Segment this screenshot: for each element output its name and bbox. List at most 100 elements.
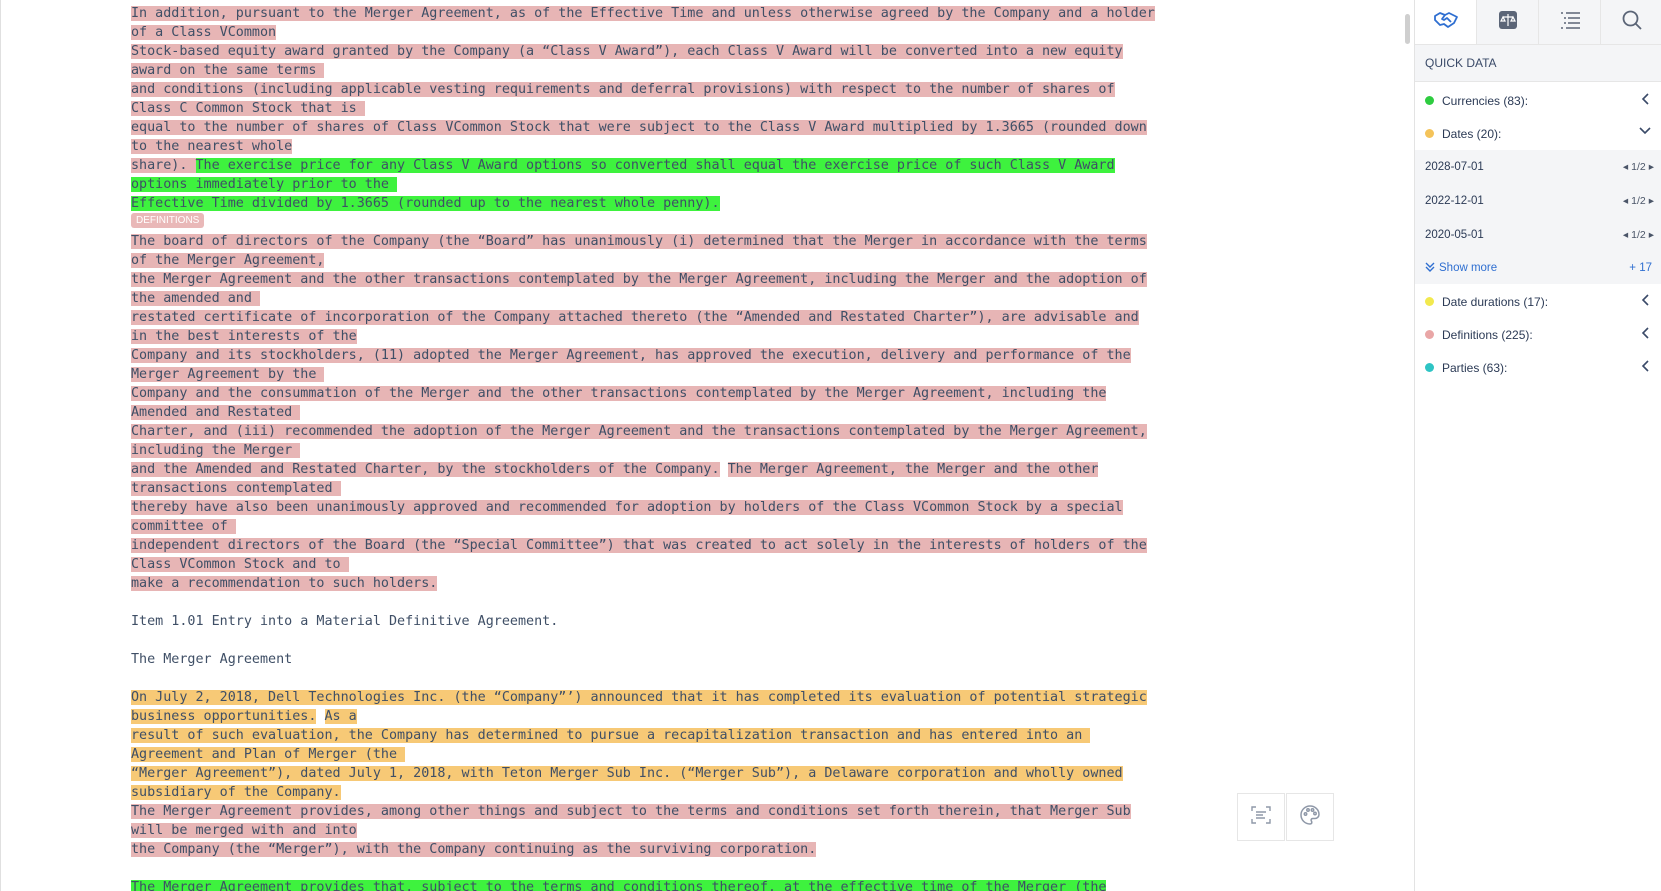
pink-highlight[interactable]: committee of — [131, 519, 236, 534]
pink-highlight[interactable]: transactions contemplated — [131, 481, 341, 496]
pink-highlight[interactable]: Stock-based equity award granted by the … — [131, 44, 1123, 59]
date-item[interactable]: 2020-05-01 ◂ 1/2 ▸ — [1415, 218, 1661, 252]
text-line: share). The exercise price for any Class… — [131, 156, 1351, 175]
tab-outline[interactable] — [1539, 0, 1601, 44]
pink-highlight[interactable]: The Merger Agreement provides, among oth… — [131, 804, 1131, 819]
text-line: Stock-based equity award granted by the … — [131, 42, 1351, 61]
orange-highlight[interactable]: As a — [324, 709, 357, 724]
pink-highlight[interactable]: Class VCommon Stock and to — [131, 557, 349, 572]
orange-highlight[interactable]: subsidiary of the Company. — [131, 785, 341, 800]
category-date-durations[interactable]: Date durations (17): — [1415, 285, 1661, 318]
green-highlight[interactable]: The exercise price for any Class V Award… — [195, 158, 1115, 173]
prev-icon[interactable]: ◂ — [1623, 195, 1628, 207]
definitions-tag[interactable]: DEFINITIONS — [131, 213, 205, 228]
paragraph-class-v-award: In addition, pursuant to the Merger Agre… — [131, 4, 1351, 213]
pink-highlight[interactable]: Company and its stockholders, (11) adopt… — [131, 348, 1131, 363]
pink-highlight[interactable]: the Company (the “Merger”), with the Com… — [131, 842, 817, 857]
text-line: Company and the consummation of the Merg… — [131, 384, 1351, 403]
green-highlight[interactable]: options immediately prior to the — [131, 177, 398, 192]
pink-highlight[interactable]: Merger Agreement by the — [131, 367, 325, 382]
pink-highlight[interactable]: the amended and — [131, 291, 260, 306]
pink-highlight[interactable]: of the Merger Agreement, — [131, 253, 325, 268]
text-line: of a Class VCommon — [131, 23, 1351, 42]
pink-highlight[interactable]: make a recommendation to such holders. — [131, 576, 438, 591]
show-more-button[interactable]: Show more + 17 — [1415, 252, 1661, 284]
pink-highlight[interactable]: Amended and Restated — [131, 405, 301, 420]
text-line: Company and its stockholders, (11) adopt… — [131, 346, 1351, 365]
scan-icon — [1250, 804, 1272, 831]
text-line: make a recommendation to such holders. — [131, 574, 1351, 593]
pink-highlight[interactable]: share). — [131, 158, 196, 173]
chevron-left-icon[interactable] — [1640, 326, 1652, 343]
next-icon[interactable]: ▸ — [1649, 195, 1654, 207]
pink-highlight[interactable]: the Merger Agreement and the other trans… — [131, 272, 1147, 287]
dates-dot — [1425, 129, 1434, 138]
date-item[interactable]: 2022-12-01 ◂ 1/2 ▸ — [1415, 184, 1661, 218]
pink-highlight[interactable]: in the best interests of the — [131, 329, 357, 344]
parties-dot — [1425, 363, 1434, 372]
pink-highlight[interactable]: In addition, pursuant to the Merger Agre… — [131, 6, 1155, 21]
pink-highlight[interactable]: Class C Common Stock that is — [131, 101, 365, 116]
quick-data-title: QUICK DATA — [1415, 45, 1661, 82]
chevron-down-icon[interactable] — [1638, 125, 1652, 140]
date-durations-label: Date durations (17): — [1442, 294, 1549, 309]
date-pager[interactable]: ◂ 1/2 ▸ — [1623, 229, 1654, 241]
green-highlight[interactable]: The Merger Agreement provides that, subj… — [131, 880, 1107, 891]
date-item[interactable]: 2028-07-01 ◂ 1/2 ▸ — [1415, 150, 1661, 184]
chevron-left-icon[interactable] — [1640, 92, 1652, 109]
text-line: result of such evaluation, the Company h… — [131, 726, 1351, 745]
pink-highlight[interactable]: equal to the number of shares of Class V… — [131, 120, 1147, 135]
text-line: in the best interests of the — [131, 327, 1351, 346]
currencies-label: Currencies (83): — [1442, 93, 1529, 108]
pink-highlight[interactable]: The board of directors of the Company (t… — [131, 234, 1147, 249]
pink-highlight[interactable]: of a Class VCommon — [131, 25, 277, 40]
pink-highlight[interactable]: will be merged with and into — [131, 823, 357, 838]
text-line: restated certificate of incorporation of… — [131, 308, 1351, 327]
tab-search[interactable] — [1601, 0, 1661, 44]
green-highlight[interactable]: Effective Time divided by 1.3665 (rounde… — [131, 196, 720, 211]
tab-clauses[interactable] — [1477, 0, 1539, 44]
pink-highlight[interactable]: Company and the consummation of the Merg… — [131, 386, 1107, 401]
date-pager[interactable]: ◂ 1/2 ▸ — [1623, 161, 1654, 173]
text-line: to the nearest whole — [131, 137, 1351, 156]
orange-highlight[interactable]: “Merger Agreement”), dated July 1, 2018,… — [131, 766, 1123, 781]
paragraph-board-approval: The board of directors of the Company (t… — [131, 232, 1351, 593]
chevron-left-icon[interactable] — [1640, 359, 1652, 376]
pink-highlight[interactable]: award on the same terms — [131, 63, 325, 78]
category-dates[interactable]: Dates (20): — [1415, 117, 1661, 150]
chevron-left-icon[interactable] — [1640, 293, 1652, 310]
next-icon[interactable]: ▸ — [1649, 161, 1654, 173]
category-definitions[interactable]: Definitions (225): — [1415, 318, 1661, 351]
text-line: Merger Agreement by the — [131, 365, 1351, 384]
pink-highlight[interactable]: restated certificate of incorporation of… — [131, 310, 1139, 325]
category-parties[interactable]: Parties (63): — [1415, 351, 1661, 384]
dates-list: 2028-07-01 ◂ 1/2 ▸ 2022-12-01 ◂ 1/2 ▸ 2020-0… — [1415, 150, 1661, 284]
scrollbar-thumb[interactable] — [1405, 14, 1410, 44]
text-line: On July 2, 2018, Dell Technologies Inc. … — [131, 688, 1351, 707]
next-icon[interactable]: ▸ — [1649, 229, 1654, 241]
orange-highlight[interactable]: On July 2, 2018, Dell Technologies Inc. … — [131, 690, 1147, 705]
pink-highlight[interactable]: including the Merger — [131, 443, 301, 458]
orange-highlight[interactable]: result of such evaluation, the Company h… — [131, 728, 1091, 743]
currencies-dot — [1425, 96, 1434, 105]
more-count: + 17 — [1629, 262, 1652, 274]
pink-highlight[interactable]: Charter, and (iii) recommended the adopt… — [131, 424, 1147, 439]
pink-highlight[interactable]: and conditions (including applicable ves… — [131, 82, 1115, 97]
pink-highlight[interactable]: and the Amended and Restated Charter, by… — [131, 462, 720, 477]
panel-tabs — [1415, 0, 1661, 45]
pink-highlight[interactable]: thereby have also been unanimously appro… — [131, 500, 1123, 515]
prev-icon[interactable]: ◂ — [1623, 229, 1628, 241]
pink-highlight[interactable]: to the nearest whole — [131, 139, 293, 154]
orange-highlight[interactable]: Agreement and Plan of Merger (the — [131, 747, 406, 762]
date-durations-dot — [1425, 297, 1434, 306]
paragraph-merger-effective-time: The Merger Agreement provides that, subj… — [131, 878, 1351, 891]
prev-icon[interactable]: ◂ — [1623, 161, 1628, 173]
pink-highlight[interactable]: The Merger Agreement, the Merger and the… — [727, 462, 1099, 477]
orange-highlight[interactable]: business opportunities. — [131, 709, 317, 724]
palette-button[interactable] — [1286, 793, 1334, 841]
date-pager[interactable]: ◂ 1/2 ▸ — [1623, 195, 1654, 207]
pink-highlight[interactable]: independent directors of the Board (the … — [131, 538, 1147, 553]
tab-parties[interactable] — [1415, 0, 1477, 44]
category-currencies[interactable]: Currencies (83): — [1415, 84, 1661, 117]
scan-button[interactable] — [1237, 793, 1285, 841]
